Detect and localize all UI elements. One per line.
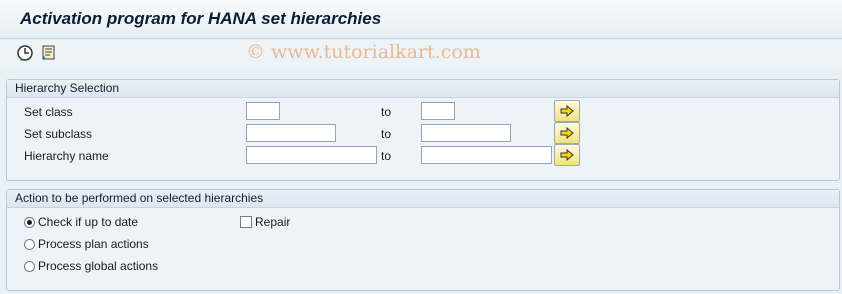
arrow-right-icon [560, 105, 574, 117]
page-title: Activation program for HANA set hierarch… [20, 9, 382, 28]
set-subclass-from-input[interactable] [246, 124, 336, 142]
radio-check-up-to-date[interactable] [24, 217, 35, 228]
arrow-right-icon [560, 149, 574, 161]
hierarchy-name-from-input[interactable] [246, 146, 377, 164]
set-subclass-to-label: to [381, 127, 392, 141]
execute-clock-icon[interactable] [16, 44, 34, 62]
watermark-text: © www.tutorialkart.com [246, 41, 481, 63]
title-bar: Activation program for HANA set hierarch… [0, 0, 842, 39]
hierarchy-selection-header: Hierarchy Selection [7, 80, 839, 98]
set-class-multiple-selection-button[interactable] [554, 100, 580, 122]
set-subclass-label: Set subclass [24, 127, 93, 141]
process-plan-actions-label: Process plan actions [38, 237, 149, 251]
process-global-actions-label: Process global actions [38, 259, 159, 273]
set-class-to-label: to [381, 105, 392, 119]
set-class-to-input[interactable] [421, 102, 455, 120]
radio-process-plan-actions[interactable] [24, 239, 35, 250]
get-variant-icon[interactable] [40, 44, 58, 62]
hierarchy-name-label: Hierarchy name [24, 149, 109, 163]
hierarchy-selection-group: Hierarchy Selection Set class to Set sub… [6, 79, 840, 181]
hierarchy-name-multiple-selection-button[interactable] [554, 144, 580, 166]
set-subclass-to-input[interactable] [421, 124, 511, 142]
radio-process-global-actions[interactable] [24, 261, 35, 272]
hierarchy-name-to-input[interactable] [421, 146, 552, 164]
actions-group: Action to be performed on selected hiera… [6, 189, 840, 291]
repair-label: Repair [255, 215, 291, 229]
set-class-from-input[interactable] [246, 102, 280, 120]
repair-checkbox[interactable] [240, 216, 252, 228]
hierarchy-name-to-label: to [381, 149, 392, 163]
check-up-to-date-label: Check if up to date [38, 215, 139, 229]
actions-header: Action to be performed on selected hiera… [7, 190, 839, 208]
set-class-label: Set class [24, 105, 73, 119]
radio-selected-dot [27, 220, 32, 225]
set-subclass-multiple-selection-button[interactable] [554, 122, 580, 144]
arrow-right-icon [560, 127, 574, 139]
